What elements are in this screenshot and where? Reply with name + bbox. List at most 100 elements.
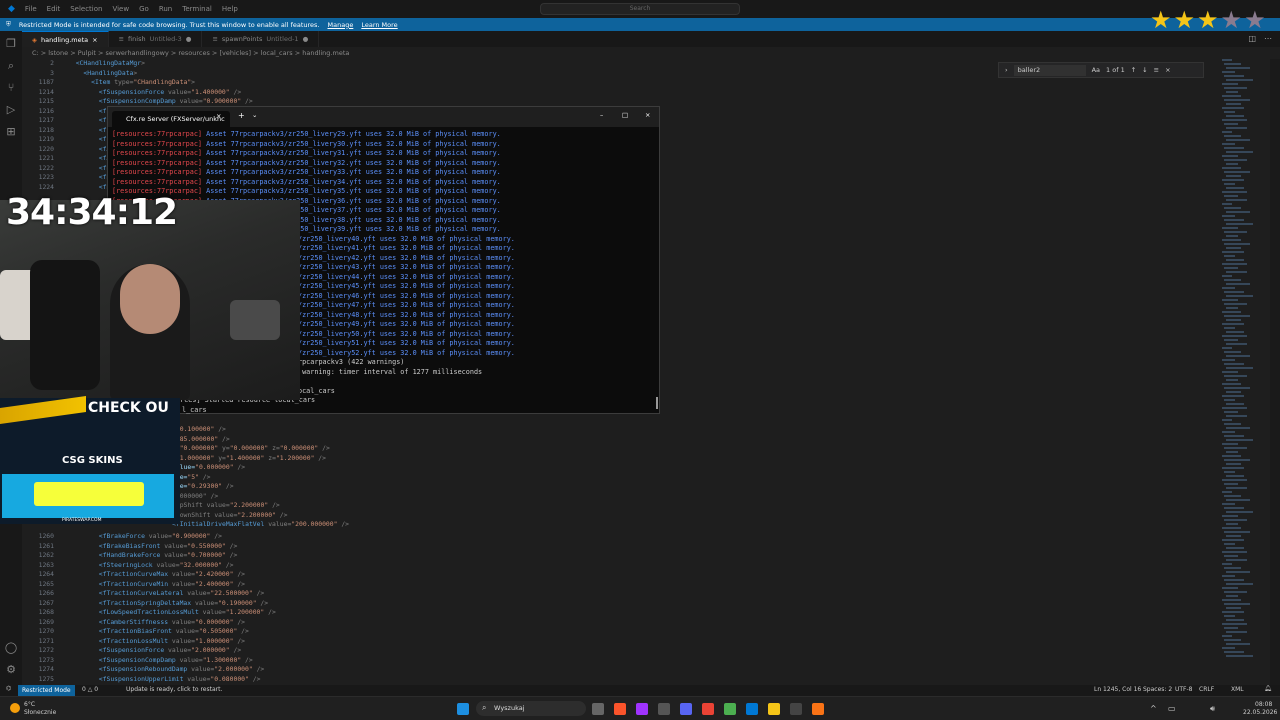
end-of-line[interactable]: CRLF	[1199, 686, 1214, 693]
tab-handling-meta[interactable]: ◈ handling.meta ×	[22, 31, 109, 47]
taskbar-search[interactable]: Wyszukaj	[476, 701, 586, 716]
terminal-icon[interactable]	[790, 703, 802, 715]
cursor-position[interactable]: Ln 1245, Col 16	[1094, 686, 1141, 693]
split-editor-icon[interactable]: ◫	[1248, 34, 1256, 43]
code-line[interactable]: 1270 <fTractionBiasFront value="0.505000…	[22, 627, 249, 637]
tab-finish[interactable]: ≡ finish Untitled-3 ●	[109, 31, 203, 47]
code-line[interactable]: 1267 <fTractionSpringDeltaMax value="0.1…	[22, 599, 269, 609]
indentation[interactable]: Spaces: 2	[1143, 686, 1172, 693]
messenger-icon[interactable]	[636, 703, 648, 715]
menu-file[interactable]: File	[25, 5, 37, 13]
remote-icon[interactable]: ⌬	[6, 685, 11, 692]
search-icon[interactable]: ⌕	[4, 59, 18, 73]
brave-browser-icon[interactable]	[614, 703, 626, 715]
code-line[interactable]: 1220 <fAn	[22, 145, 115, 155]
terminal-scrollbar[interactable]	[656, 397, 658, 409]
update-status[interactable]: Update is ready, click to restart.	[126, 686, 222, 693]
window-close-icon[interactable]: ×	[645, 111, 650, 119]
code-line[interactable]: 1263 <fSteeringLock value="32.000000" />	[22, 561, 234, 571]
code-line[interactable]: eUpShift value="2.200000" />	[172, 501, 280, 511]
chevron-down-icon[interactable]: ⌄	[252, 111, 257, 119]
code-line[interactable]: <fInitialDriveMaxFlatVel value="200.0000…	[172, 520, 349, 530]
code-line[interactable]: ="85.000000" />	[172, 435, 230, 445]
problems-status[interactable]: 0 △ 0	[82, 686, 98, 693]
windows-start-icon[interactable]	[457, 703, 469, 715]
command-search[interactable]: Search	[540, 3, 740, 15]
menu-view[interactable]: View	[112, 5, 129, 13]
terminal-tab[interactable]: Cfx.re Server (FXServer/unknc	[112, 111, 230, 127]
extensions-icon[interactable]: ⊞	[4, 125, 18, 139]
code-line[interactable]: 1272 <fSuspensionForce value="2.000000" …	[22, 646, 242, 656]
arrow-down-icon[interactable]: ↓	[1142, 66, 1147, 74]
app-icon[interactable]	[812, 703, 824, 715]
code-line[interactable]: value="0.000000" />	[172, 463, 245, 473]
clock-date[interactable]: 22.05.2026	[1243, 709, 1277, 716]
code-line[interactable]: 1262 <fHandBrakeForce value="0.700000" /…	[22, 551, 238, 561]
restricted-mode-status[interactable]: Restricted Mode	[18, 685, 75, 696]
menu-help[interactable]: Help	[222, 5, 238, 13]
menu-go[interactable]: Go	[139, 5, 149, 13]
code-line[interactable]: lue="0.29300" />	[172, 482, 234, 492]
unsaved-dot-icon[interactable]: ●	[186, 35, 192, 43]
explorer-icon[interactable]: ❐	[4, 37, 18, 51]
network-icon[interactable]: ▭	[1168, 704, 1176, 713]
code-line[interactable]: 1261 <fBrakeBiasFront value="0.550000" /…	[22, 542, 238, 552]
code-line[interactable]: 1269 <fCamberStiffnesss value="0.000000"…	[22, 618, 245, 628]
code-line[interactable]: 1214 <fSuspensionForce value="1.400000" …	[22, 88, 242, 98]
code-line[interactable]: ="1.000000" y="1.400000" z="1.200000" />	[172, 454, 326, 464]
code-line[interactable]: 1275 <fSuspensionUpperLimit value="0.080…	[22, 675, 261, 685]
bell-icon[interactable]: 🔔︎	[1264, 685, 1272, 692]
discord-icon[interactable]	[680, 703, 692, 715]
code-line[interactable]: 1221 <fAn	[22, 154, 115, 164]
minimize-icon[interactable]: –	[600, 111, 603, 119]
code-line[interactable]: 1219 <fSu	[22, 135, 115, 145]
code-line[interactable]: 1187 <Item type="CHandlingData">	[22, 78, 195, 88]
code-line[interactable]: 1222 <fRo	[22, 164, 115, 174]
more-actions-icon[interactable]: ⋯	[1264, 34, 1272, 43]
code-line[interactable]: 1271 <fTractionLossMult value="1.000000"…	[22, 637, 245, 647]
menu-edit[interactable]: Edit	[47, 5, 61, 13]
code-line[interactable]: d="0.000000" y="0.000000" z="0.000000" /…	[172, 444, 330, 454]
manage-link[interactable]: Manage	[328, 21, 354, 29]
code-line[interactable]: 2 <CHandlingDataMgr>	[22, 59, 145, 69]
code-line[interactable]: 1273 <fSuspensionCompDamp value="1.30000…	[22, 656, 253, 666]
unsaved-dot-icon[interactable]: ●	[303, 35, 309, 43]
close-icon[interactable]: ×	[1165, 66, 1170, 74]
code-line[interactable]: 1266 <fTractionCurveLateral value="22.50…	[22, 589, 265, 599]
match-case-toggle[interactable]: Aa	[1092, 66, 1100, 74]
language-mode[interactable]: XML	[1231, 686, 1244, 693]
tray-chevron-icon[interactable]: ^	[1150, 704, 1157, 713]
vertical-scrollbar[interactable]	[1270, 59, 1280, 685]
code-line[interactable]: 3 <HandlingData>	[22, 69, 137, 79]
menu-terminal[interactable]: Terminal	[182, 5, 212, 13]
code-line[interactable]: eDownShift value="2.200000" />	[172, 511, 287, 521]
account-icon[interactable]: ◯	[4, 641, 18, 655]
find-input[interactable]: baller2	[1013, 64, 1086, 76]
menu-run[interactable]: Run	[159, 5, 172, 13]
notepad-icon[interactable]	[724, 703, 736, 715]
learn-more-link[interactable]: Learn More	[361, 21, 397, 29]
menu-selection[interactable]: Selection	[70, 5, 102, 13]
code-line[interactable]: 1223 <fRo	[22, 173, 115, 183]
code-line[interactable]: 1274 <fSuspensionReboundDamp value="2.00…	[22, 665, 265, 675]
encoding[interactable]: UTF-8	[1175, 686, 1193, 693]
arrow-up-icon[interactable]: ↑	[1131, 66, 1136, 74]
maximize-icon[interactable]: □	[622, 111, 628, 119]
source-control-icon[interactable]: ⑂	[4, 81, 18, 95]
run-debug-icon[interactable]: ▷	[4, 103, 18, 117]
code-line[interactable]: 1265 <fTractionCurveMin value="2.400000"…	[22, 580, 245, 590]
clock-time[interactable]: 08:08	[1255, 701, 1272, 708]
chrome-icon[interactable]	[702, 703, 714, 715]
volume-icon[interactable]: 🔊︎	[1210, 704, 1215, 714]
minimap[interactable]	[1218, 59, 1268, 685]
close-icon[interactable]: ×	[92, 36, 97, 44]
xbox-icon[interactable]	[658, 703, 670, 715]
chevron-right-icon[interactable]: ›	[1005, 66, 1008, 74]
task-view-icon[interactable]	[592, 703, 604, 715]
code-line[interactable]: 1216 <fSu	[22, 107, 115, 117]
close-tab-icon[interactable]: ×	[216, 112, 221, 120]
menu-icon[interactable]: ≡	[1154, 66, 1159, 74]
new-tab-icon[interactable]: +	[238, 111, 245, 120]
tab-spawnpoints[interactable]: ≡ spawnPoints Untitled-1 ●	[202, 31, 320, 47]
code-line[interactable]: 1260 <fBrakeForce value="0.900000" />	[22, 532, 222, 542]
